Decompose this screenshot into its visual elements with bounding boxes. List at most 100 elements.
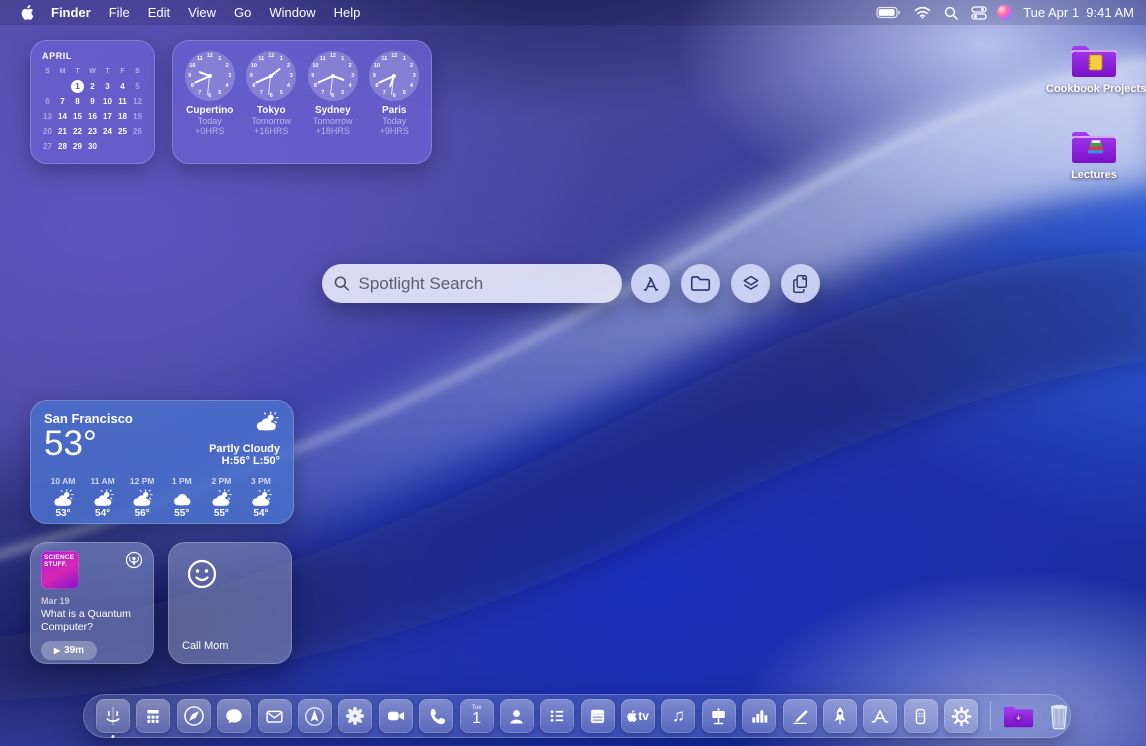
spotlight-clipboard-button[interactable] [781, 264, 820, 303]
calendar-widget[interactable]: APRIL SMTWTFS123456789101112131415161718… [30, 40, 155, 164]
dock-messages[interactable] [217, 699, 251, 733]
search-icon[interactable] [941, 6, 961, 20]
clock-face-number: 5 [218, 90, 221, 96]
spotlight-apps-button[interactable] [631, 264, 670, 303]
clock-face-number: 12 [391, 53, 397, 59]
dock-iphone-mirroring[interactable] [904, 699, 938, 733]
calendar-day: 3 [100, 79, 115, 93]
clock-face-number: 6 [270, 93, 273, 99]
calendar-day: 13 [40, 109, 55, 123]
clock-face-number: 10 [189, 63, 195, 69]
partly-cloudy-icon [130, 489, 154, 507]
clock-face-number: 10 [374, 63, 380, 69]
dock-launchpad[interactable] [823, 699, 857, 733]
clock-city-name: Paris [364, 105, 424, 116]
folder-icon [690, 275, 711, 292]
envelope-icon [262, 704, 287, 729]
spotlight-search-input[interactable] [358, 274, 610, 294]
calendar-day: 7 [55, 94, 70, 108]
dock-downloads-folder[interactable] [1002, 699, 1036, 733]
dock-mail[interactable] [258, 699, 292, 733]
dock-numbers[interactable] [742, 699, 776, 733]
dock-pages[interactable] [783, 699, 817, 733]
spotlight-files-button[interactable] [681, 264, 720, 303]
calendar-day: 14 [55, 109, 70, 123]
dock-notes[interactable] [581, 699, 615, 733]
clock-face-number: 12 [207, 53, 213, 59]
world-clock-widget[interactable]: 121234567891011 Cupertino Today +0HRS 12… [172, 40, 432, 164]
dock-finder[interactable] [96, 699, 130, 733]
dock-music[interactable]: ♫ [661, 699, 695, 733]
control-center-icon[interactable] [968, 6, 990, 20]
iphone-mirroring-icon [908, 704, 933, 729]
forecast-hour-label: 1 PM [163, 476, 201, 486]
menu-item-go[interactable]: Go [225, 5, 260, 20]
desktop-folder-cookbook-projects[interactable]: Cookbook Projects [1046, 40, 1142, 95]
menu-item-help[interactable]: Help [325, 5, 370, 20]
forecast-hour: 11 AM 54° [84, 476, 122, 519]
spotlight-search-bar[interactable] [322, 264, 622, 303]
apple-menu[interactable] [12, 5, 42, 20]
menu-item-view[interactable]: View [179, 5, 225, 20]
menu-item-finder[interactable]: Finder [42, 5, 100, 20]
dock-contacts[interactable] [500, 699, 534, 733]
dock-keynote[interactable] [702, 699, 736, 733]
dock-trash[interactable] [1042, 699, 1076, 733]
forecast-hour: 3 PM 54° [242, 476, 280, 519]
dock-calendar[interactable]: Tue 1 [460, 699, 494, 733]
analog-clock-face: 121234567891011 [246, 51, 296, 101]
calendar-day: 21 [55, 124, 70, 138]
dock-reminders[interactable] [540, 699, 574, 733]
calendar-day: 27 [40, 139, 55, 153]
podcast-play-button[interactable]: ▶ 39m [41, 641, 97, 660]
app-store-icon [867, 703, 893, 729]
clipboard-icon [791, 274, 810, 294]
podcast-widget[interactable]: SCIENCE STUFF. Mar 19 What is a Quantum … [30, 542, 154, 664]
menu-item-window[interactable]: Window [260, 5, 324, 20]
forecast-hour-temp: 56° [123, 508, 161, 519]
clock-face-number: 4 [226, 83, 229, 89]
dock-maps[interactable] [298, 699, 332, 733]
clock-face-number: 10 [312, 63, 318, 69]
dock-app-store[interactable] [863, 699, 897, 733]
weather-widget[interactable]: San Francisco 53° Partly Cloudy H:56° L:… [30, 400, 294, 524]
dock-safari[interactable] [177, 699, 211, 733]
calendar-day: 23 [85, 124, 100, 138]
dock-facetime[interactable] [379, 699, 413, 733]
clock-face-number: 2 [287, 63, 290, 69]
desktop-folder-lectures[interactable]: Lectures [1046, 126, 1142, 181]
menu-bar-clock[interactable]: Tue Apr 1 9:41 AM [1019, 5, 1134, 20]
dock-apps-grid[interactable] [136, 699, 170, 733]
menu-item-edit[interactable]: Edit [139, 5, 179, 20]
calendar-weekday-header: T [100, 64, 115, 78]
gear-icon [948, 703, 975, 730]
clock-face-number: 9 [311, 73, 314, 79]
calendar-day [40, 79, 55, 93]
calendar-day: 11 [115, 94, 130, 108]
dock-apple-tv[interactable]: tv [621, 699, 655, 733]
reminder-widget[interactable]: Call Mom [168, 542, 292, 664]
pen-icon [788, 704, 812, 728]
clock-city-name: Tokyo [241, 105, 301, 116]
clock-day-label: Today [180, 116, 240, 126]
siri-icon[interactable] [997, 5, 1012, 20]
forecast-hour-temp: 55° [163, 508, 201, 519]
forecast-hour-temp: 54° [84, 508, 122, 519]
calendar-day: 5 [130, 79, 145, 93]
clock-face-number: 5 [403, 90, 406, 96]
clock-face-number: 6 [393, 93, 396, 99]
dock-phone[interactable] [419, 699, 453, 733]
clock-face-number: 1 [280, 56, 283, 62]
calendar-weekday-header: S [40, 64, 55, 78]
clock-face-number: 3 [351, 73, 354, 79]
menu-item-file[interactable]: File [100, 5, 139, 20]
dock-photos[interactable] [338, 699, 372, 733]
clock-face-number: 2 [226, 63, 229, 69]
trash-bin-icon [1045, 701, 1073, 731]
hourly-forecast: 10 AM 53° 11 AM 54° 12 PM 56° 1 PM 55° 2… [44, 476, 280, 519]
battery-icon[interactable] [873, 6, 904, 19]
calendar-day: 22 [70, 124, 85, 138]
dock-system-settings[interactable] [944, 699, 978, 733]
wifi-icon[interactable] [911, 6, 934, 19]
spotlight-actions-button[interactable] [731, 264, 770, 303]
